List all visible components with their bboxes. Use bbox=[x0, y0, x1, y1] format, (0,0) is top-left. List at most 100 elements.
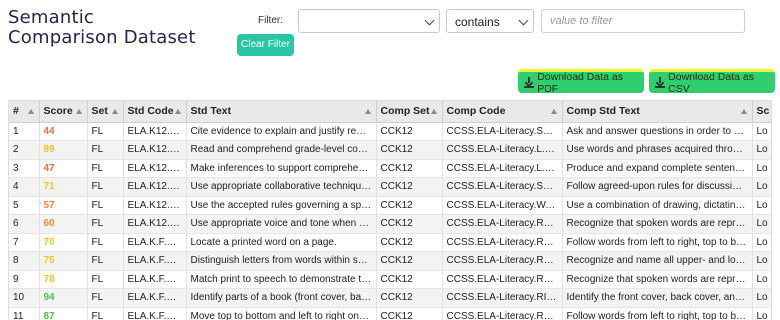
filter-operator-select[interactable]: contains bbox=[446, 9, 534, 33]
sort-icon bbox=[174, 109, 181, 114]
cell-set: FL bbox=[87, 307, 124, 320]
cell-std-text: Match print to speech to demonstrate tha… bbox=[186, 270, 377, 289]
cell-std-text: Locate a printed word on a page. bbox=[186, 233, 377, 252]
cell-number: 11 bbox=[9, 307, 40, 320]
cell-comp-set: CCK12 bbox=[376, 288, 443, 308]
cell-truncated: Lo bbox=[752, 140, 771, 160]
cell-std-code: ELA.K12.EE.1.1 bbox=[123, 122, 187, 141]
filter-value-input[interactable] bbox=[541, 9, 745, 33]
cell-set: FL bbox=[87, 288, 124, 308]
cell-comp-set: CCK12 bbox=[376, 214, 443, 234]
sort-icon bbox=[364, 109, 371, 114]
download-csv-button[interactable]: Download Data as CSV bbox=[649, 69, 775, 95]
cell-std-text: Use appropriate voice and tone when spea… bbox=[186, 214, 377, 234]
cell-truncated: Lo bbox=[752, 288, 771, 308]
cell-std-text: Distinguish letters from words within se… bbox=[186, 251, 377, 271]
cell-std-text: Cite evidence to explain and justify rea… bbox=[186, 122, 377, 141]
table-header-row: # Score Set Std Code Std Text Comp Set C… bbox=[9, 101, 771, 123]
column-header-comp-std-text[interactable]: Comp Std Text bbox=[562, 101, 753, 123]
cell-score: 87 bbox=[39, 307, 88, 320]
cell-score: 44 bbox=[39, 122, 88, 141]
cell-comp-set: CCK12 bbox=[376, 196, 443, 215]
cell-std-text: Make inferences to support comprehension… bbox=[186, 159, 377, 178]
table-row[interactable]: 347FLELA.K12.EE.3.1Make inferences to su… bbox=[9, 159, 771, 178]
table-row[interactable]: 8 75 FL ELA.K.F.1.1.b. Distinguish letters f… bbox=[9, 251, 771, 271]
cell-comp-code: CCSS.ELA-Literacy.L.K.1.f bbox=[442, 159, 563, 178]
column-header-comp-code[interactable]: Comp Code bbox=[442, 101, 563, 123]
cell-comp-std-text: Produce and expand complete sentences in… bbox=[562, 159, 753, 178]
cell-std-text: Use the accepted rules governing a speci… bbox=[186, 196, 377, 215]
cell-std-code: ELA.K12.EE.5.1 bbox=[123, 196, 187, 215]
sort-icon bbox=[111, 109, 118, 114]
filter-field-select[interactable] bbox=[298, 9, 440, 33]
table-row[interactable]: 10 94 FL ELA.K.F.1.1.d. Identify parts of a … bbox=[9, 288, 771, 308]
cell-std-code: ELA.K.F.1.1.d. bbox=[123, 288, 187, 308]
cell-number: 7 bbox=[9, 233, 40, 252]
cell-set: FL bbox=[87, 270, 124, 289]
cell-set: FL bbox=[87, 140, 124, 160]
cell-score: 71 bbox=[39, 177, 88, 197]
cell-comp-code: CCSS.ELA-Literacy.SL.K.1.a bbox=[442, 177, 563, 197]
table-row[interactable]: 144FLELA.K12.EE.1.1Cite evidence to expl… bbox=[9, 122, 771, 141]
cell-comp-set: CCK12 bbox=[376, 140, 443, 160]
cell-comp-std-text: Ask and answer questions in order to see… bbox=[562, 122, 753, 141]
cell-std-code: ELA.K.F.1.1.e. bbox=[123, 307, 187, 320]
cell-comp-set: CCK12 bbox=[376, 159, 443, 178]
cell-comp-code: CCSS.ELA-Literacy.RF.K.1.d bbox=[442, 251, 563, 271]
cell-comp-code: CCSS.ELA-Literacy.RF.K.1.b bbox=[442, 270, 563, 289]
cell-set: FL bbox=[87, 251, 124, 271]
cell-std-text: Use appropriate collaborative techniques… bbox=[186, 177, 377, 197]
column-header-comp-set[interactable]: Comp Set bbox=[376, 101, 443, 123]
column-header-std-text[interactable]: Std Text bbox=[186, 101, 377, 123]
table-row[interactable]: 471FLELA.K12.EE.4.1Use appropriate colla… bbox=[9, 177, 771, 197]
cell-set: FL bbox=[87, 214, 124, 234]
column-header-set[interactable]: Set bbox=[87, 101, 124, 123]
column-header-std-code[interactable]: Std Code bbox=[123, 101, 187, 123]
cell-comp-code: CCSS.ELA-Literacy.SL.K.3 bbox=[442, 122, 563, 141]
download-icon bbox=[655, 77, 665, 88]
column-header-number[interactable]: # bbox=[9, 101, 40, 123]
cell-number: 5 bbox=[9, 196, 40, 215]
cell-std-code: ELA.K12.EE.6.1 bbox=[123, 214, 187, 234]
cell-score: 89 bbox=[39, 140, 88, 160]
download-icon bbox=[524, 77, 534, 88]
download-pdf-button[interactable]: Download Data as PDF bbox=[518, 69, 644, 95]
cell-set: FL bbox=[87, 159, 124, 178]
cell-number: 4 bbox=[9, 177, 40, 197]
cell-number: 3 bbox=[9, 159, 40, 178]
cell-comp-code: CCSS.ELA-Literacy.L.K.6 bbox=[442, 140, 563, 160]
cell-comp-code: CCSS.ELA-Literacy.RF.K.1.b bbox=[442, 214, 563, 234]
cell-comp-code: CCSS.ELA-Literacy.W.K.2 bbox=[442, 196, 563, 215]
cell-score: 94 bbox=[39, 288, 88, 308]
cell-std-code: ELA.K12.EE.3.1 bbox=[123, 159, 187, 178]
cell-number: 1 bbox=[9, 122, 40, 141]
cell-number: 2 bbox=[9, 140, 40, 160]
page-title: Semantic Comparison Dataset bbox=[8, 7, 196, 48]
column-header-truncated[interactable]: Sc bbox=[752, 101, 771, 123]
cell-truncated: Lo bbox=[752, 270, 771, 289]
data-table: # Score Set Std Code Std Text Comp Set C… bbox=[8, 100, 772, 320]
table-row[interactable]: 11 87 FL ELA.K.F.1.1.e. Move top to bottom a… bbox=[9, 307, 771, 320]
cell-truncated: Lo bbox=[752, 122, 771, 141]
column-header-score[interactable]: Score bbox=[39, 101, 88, 123]
cell-comp-std-text: Use words and phrases acquired through c… bbox=[562, 140, 753, 160]
cell-std-code: ELA.K.F.1.1.a. bbox=[123, 233, 187, 252]
table-row[interactable]: 557FLELA.K12.EE.5.1Use the accepted rule… bbox=[9, 196, 771, 215]
table-row[interactable]: 660FLELA.K12.EE.6.1Use appropriate voice… bbox=[9, 214, 771, 234]
sort-icon bbox=[75, 109, 82, 114]
cell-std-code: ELA.K.F.1.1.b. bbox=[123, 251, 187, 271]
cell-comp-std-text: Recognize that spoken words are represen… bbox=[562, 270, 753, 289]
sort-icon bbox=[550, 109, 557, 114]
clear-filter-button[interactable]: Clear Filter bbox=[237, 34, 294, 56]
cell-comp-std-text: Follow words from left to right, top to … bbox=[562, 233, 753, 252]
filter-label: Filter: bbox=[258, 15, 283, 26]
sort-icon bbox=[740, 109, 747, 114]
cell-score: 47 bbox=[39, 159, 88, 178]
cell-truncated: Lo bbox=[752, 307, 771, 320]
cell-comp-set: CCK12 bbox=[376, 251, 443, 271]
cell-comp-std-text: Follow words from left to right, top to … bbox=[562, 307, 753, 320]
table-row[interactable]: 7 70 FL ELA.K.F.1.1.a. Locate a printed word… bbox=[9, 233, 771, 252]
table-row[interactable]: 289FLELA.K12.EE.2.1Read and comprehend g… bbox=[9, 140, 771, 160]
cell-set: FL bbox=[87, 233, 124, 252]
table-row[interactable]: 9 78 FL ELA.K.F.1.1.c. Match print to speech… bbox=[9, 270, 771, 289]
